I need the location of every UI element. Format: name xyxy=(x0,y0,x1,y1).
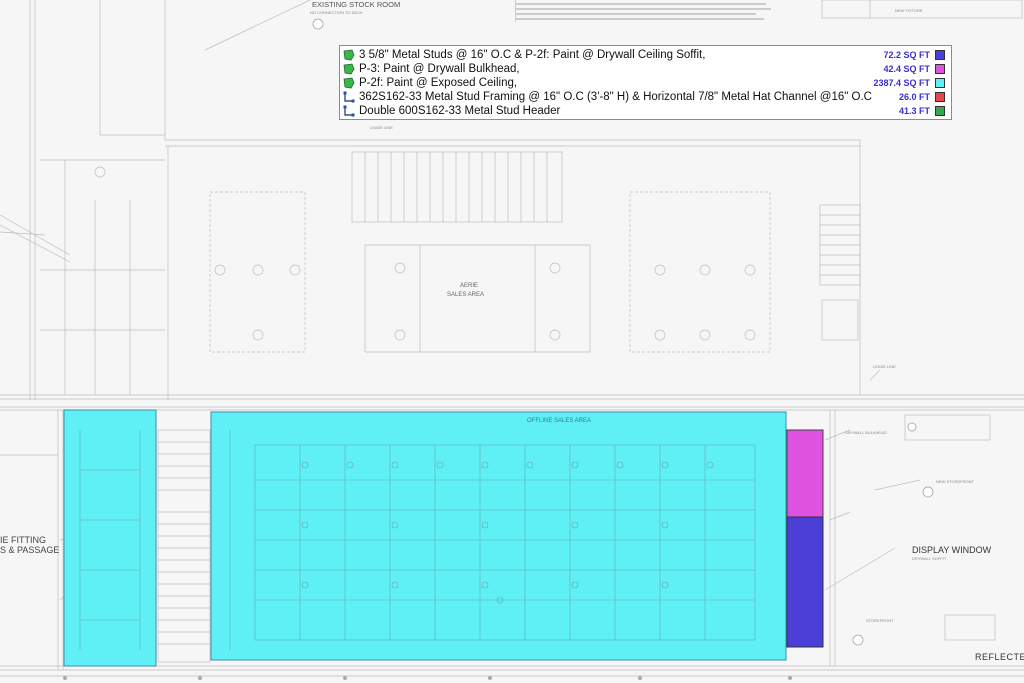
legend-swatch xyxy=(935,106,945,116)
reflected-title: REFLECTED xyxy=(975,652,1024,662)
passage-label: S & PASSAGE xyxy=(0,545,60,555)
lease-line-label-top: LEASE LINE xyxy=(370,125,393,130)
legend-label: 362S162-33 Metal Stud Framing @ 16" O.C … xyxy=(359,91,872,103)
soffit-area xyxy=(786,516,824,648)
area-icon xyxy=(343,77,355,89)
notes-block xyxy=(515,0,781,22)
linear-icon xyxy=(343,91,355,103)
legend-value: 2387.4 SQ FT xyxy=(873,78,930,88)
new-storefront-label: NEW STOREFRONT xyxy=(936,479,974,484)
area-icon xyxy=(343,63,355,75)
new-fixture-label: NEW FIXTURE xyxy=(895,8,923,13)
ceiling-area-left xyxy=(63,409,157,667)
linear-icon xyxy=(343,105,355,117)
legend-row[interactable]: 362S162-33 Metal Stud Framing @ 16" O.C … xyxy=(343,90,948,104)
legend-value: 26.0 FT xyxy=(898,92,930,102)
legend-label: Double 600S162-33 Metal Stud Header xyxy=(359,105,561,117)
storefront-label: STOREFRONT xyxy=(866,618,894,623)
aerie-sublabel: SALES AREA xyxy=(447,292,485,298)
legend-value: 72.2 SQ FT xyxy=(883,50,930,60)
legend-row[interactable]: 3 5/8" Metal Studs @ 16" O.C & P-2f: Pai… xyxy=(343,48,948,62)
area-icon xyxy=(343,49,355,61)
ceiling-area-main xyxy=(210,411,787,661)
legend-swatch xyxy=(935,50,945,60)
drawing-canvas[interactable]: EXISTING STOCK ROOM NO CONNECTION TO DEC… xyxy=(0,0,1024,683)
aerie-label: AERIE xyxy=(460,283,479,289)
drywall-soffit-label: DRYWALL SOFFIT xyxy=(912,556,947,561)
legend-row[interactable]: P-3: Paint @ Drywall Bulkhead, 42.4 SQ F… xyxy=(343,62,948,76)
takeoff-legend: 3 5/8" Metal Studs @ 16" O.C & P-2f: Pai… xyxy=(339,45,952,120)
legend-label: P-2f: Paint @ Exposed Ceiling, xyxy=(359,77,518,89)
legend-value: 41.3 FT xyxy=(898,106,930,116)
bulkhead-note-label: DRYWALL BULKHEAD xyxy=(845,430,887,435)
legend-value: 42.4 SQ FT xyxy=(883,64,930,74)
offline-area-label: OFFLINE SALES AREA xyxy=(527,418,592,424)
lease-line-label-right: LEASE LINE xyxy=(873,364,896,369)
legend-swatch xyxy=(935,64,945,74)
fitting-label: IE FITTING xyxy=(0,535,46,545)
legend-label: P-3: Paint @ Drywall Bulkhead, xyxy=(359,63,520,75)
legend-swatch xyxy=(935,78,945,88)
stock-room-sublabel: NO CONNECTION TO DECK xyxy=(310,10,363,15)
legend-label: 3 5/8" Metal Studs @ 16" O.C & P-2f: Pai… xyxy=(359,49,706,61)
bulkhead-area xyxy=(786,429,824,518)
legend-row[interactable]: Double 600S162-33 Metal Stud Header 41.3… xyxy=(343,104,948,118)
display-window-label: DISPLAY WINDOW xyxy=(912,545,992,555)
legend-swatch xyxy=(935,92,945,102)
stock-room-label: EXISTING STOCK ROOM xyxy=(312,0,401,9)
legend-row[interactable]: P-2f: Paint @ Exposed Ceiling, 2387.4 SQ… xyxy=(343,76,948,90)
